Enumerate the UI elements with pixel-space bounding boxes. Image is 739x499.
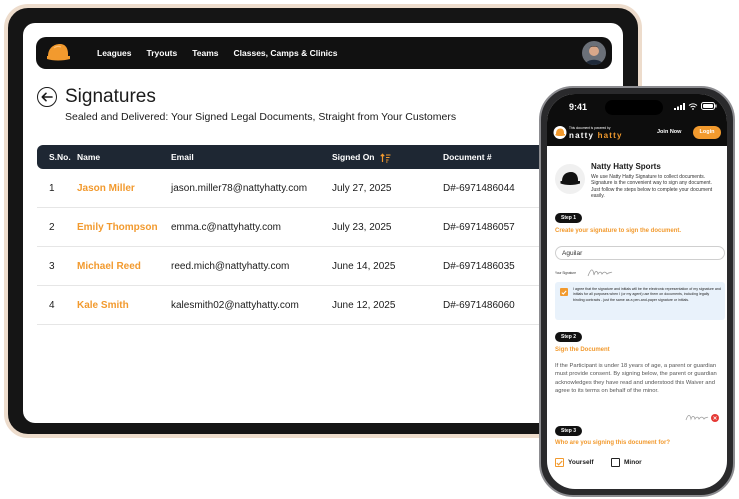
consent-text: I agree that the signature and initials … (573, 287, 721, 302)
avatar-image-icon (582, 41, 606, 65)
close-icon (713, 416, 717, 420)
nav-link-teams[interactable]: Teams (192, 48, 218, 58)
step-2-text: If the Participant is under 18 years of … (555, 363, 717, 395)
minor-checkbox[interactable] (611, 458, 620, 467)
signature-preview (685, 414, 709, 421)
user-avatar[interactable] (582, 41, 606, 65)
column-header-document: Document # (443, 152, 492, 162)
organization-logo (555, 164, 585, 194)
nav-link-tryouts[interactable]: Tryouts (147, 48, 178, 58)
step-3-heading: Who are you signing this document for? (555, 440, 670, 446)
cell-document-number: D#-6971486035 (443, 261, 515, 272)
consent-checkbox[interactable] (560, 288, 568, 296)
cell-name-link[interactable]: Kale Smith (77, 286, 129, 325)
status-time: 9:41 (569, 102, 588, 112)
cell-name-link[interactable]: Michael Reed (77, 247, 141, 286)
cell-name-link[interactable]: Jason Miller (77, 169, 135, 208)
option-minor-label: Minor (624, 459, 642, 466)
cell-email: jason.miller78@nattyhatty.com (171, 183, 308, 194)
table-row: 4 Kale Smith kalesmith02@nattyhatty.com … (37, 286, 557, 325)
step-2-badge: Step 2 (555, 332, 583, 342)
cell-sno: 1 (49, 183, 55, 194)
yourself-checkbox[interactable] (555, 458, 564, 467)
step-2-heading: Sign the Document (555, 347, 610, 353)
cap-icon (560, 172, 580, 185)
cell-signed-on: July 27, 2025 (332, 183, 392, 194)
sort-icon[interactable] (380, 153, 391, 163)
table-row: 1 Jason Miller jason.miller78@nattyhatty… (37, 169, 557, 208)
status-bar: 9:41 (547, 94, 727, 120)
table-row: 2 Emily Thompson emma.c@nattyhatty.com J… (37, 208, 557, 247)
cap-logo-icon[interactable] (553, 126, 567, 139)
signature-name-input[interactable] (555, 246, 725, 260)
consent-box: I agree that the signature and initials … (555, 282, 725, 320)
organization-description: We use Natty Hatty Signature to collect … (591, 174, 713, 200)
cell-name-link[interactable]: Emily Thompson (77, 208, 158, 247)
step-1-heading: Create your signature to sign the docume… (555, 228, 682, 234)
wifi-icon (688, 102, 698, 110)
back-button[interactable] (37, 87, 57, 107)
app-header: This document is powered by natty hatty … (547, 120, 727, 146)
cell-document-number: D#-6971486044 (443, 183, 515, 194)
option-minor[interactable]: Minor (611, 458, 642, 467)
phone-screen: 9:41 This document is powered by natty h… (547, 94, 727, 489)
cap-logo-icon[interactable] (45, 42, 71, 64)
table-header: S.No. Name Email Signed On Document # (37, 145, 557, 169)
cell-sno: 2 (49, 222, 55, 233)
cell-signed-on: July 23, 2025 (332, 222, 392, 233)
step-1-badge: Step 1 (555, 213, 583, 223)
check-icon (556, 460, 563, 466)
brand-part-a: natty (569, 131, 595, 140)
top-navigation-bar: Leagues Tryouts Teams Classes, Camps & C… (36, 37, 612, 69)
column-header-name: Name (77, 152, 101, 162)
page-subtitle: Sealed and Delivered: Your Signed Legal … (65, 111, 457, 123)
status-icons (674, 102, 717, 110)
remove-signature-icon[interactable] (711, 414, 719, 422)
join-now-link[interactable]: Join Now (657, 129, 681, 135)
nav-links: Leagues Tryouts Teams Classes, Camps & C… (97, 37, 337, 69)
nav-link-classes[interactable]: Classes, Camps & Clinics (234, 48, 338, 58)
page-title: Signatures (65, 86, 156, 107)
table-row: 3 Michael Reed reed.mich@nattyhatty.com … (37, 247, 557, 286)
cell-sno: 3 (49, 261, 55, 272)
cell-signed-on: June 14, 2025 (332, 261, 396, 272)
cell-document-number: D#-6971486060 (443, 300, 515, 311)
column-header-sno: S.No. (49, 152, 71, 162)
column-header-email: Email (171, 152, 194, 162)
dynamic-island (605, 100, 663, 115)
powered-by-label: This document is powered by (569, 126, 611, 130)
cell-document-number: D#-6971486057 (443, 222, 515, 233)
organization-name: Natty Hatty Sports (591, 162, 661, 171)
option-yourself-label: Yourself (568, 459, 594, 466)
signature-preview (587, 269, 613, 277)
tablet-screen: Leagues Tryouts Teams Classes, Camps & C… (23, 23, 623, 423)
column-header-signed-on-label: Signed On (332, 152, 375, 162)
option-yourself[interactable]: Yourself (555, 458, 594, 467)
step-3-badge: Step 3 (555, 426, 583, 436)
arrow-left-icon (41, 92, 53, 102)
battery-icon (701, 102, 717, 110)
phone-frame: 9:41 This document is powered by natty h… (539, 86, 735, 497)
signal-icon (674, 102, 685, 110)
check-icon (561, 290, 567, 295)
cell-sno: 4 (49, 300, 55, 311)
login-button[interactable]: Login (693, 126, 721, 139)
column-header-signed-on[interactable]: Signed On (332, 145, 391, 169)
cell-email: reed.mich@nattyhatty.com (171, 261, 290, 272)
brand-part-b: hatty (597, 131, 623, 140)
nav-link-leagues[interactable]: Leagues (97, 48, 132, 58)
cell-email: emma.c@nattyhatty.com (171, 222, 281, 233)
brand-wordmark: natty hatty (569, 131, 623, 140)
cell-email: kalesmith02@nattyhatty.com (171, 300, 299, 311)
your-signature-label: Your Signature (555, 271, 576, 275)
cell-signed-on: June 12, 2025 (332, 300, 396, 311)
